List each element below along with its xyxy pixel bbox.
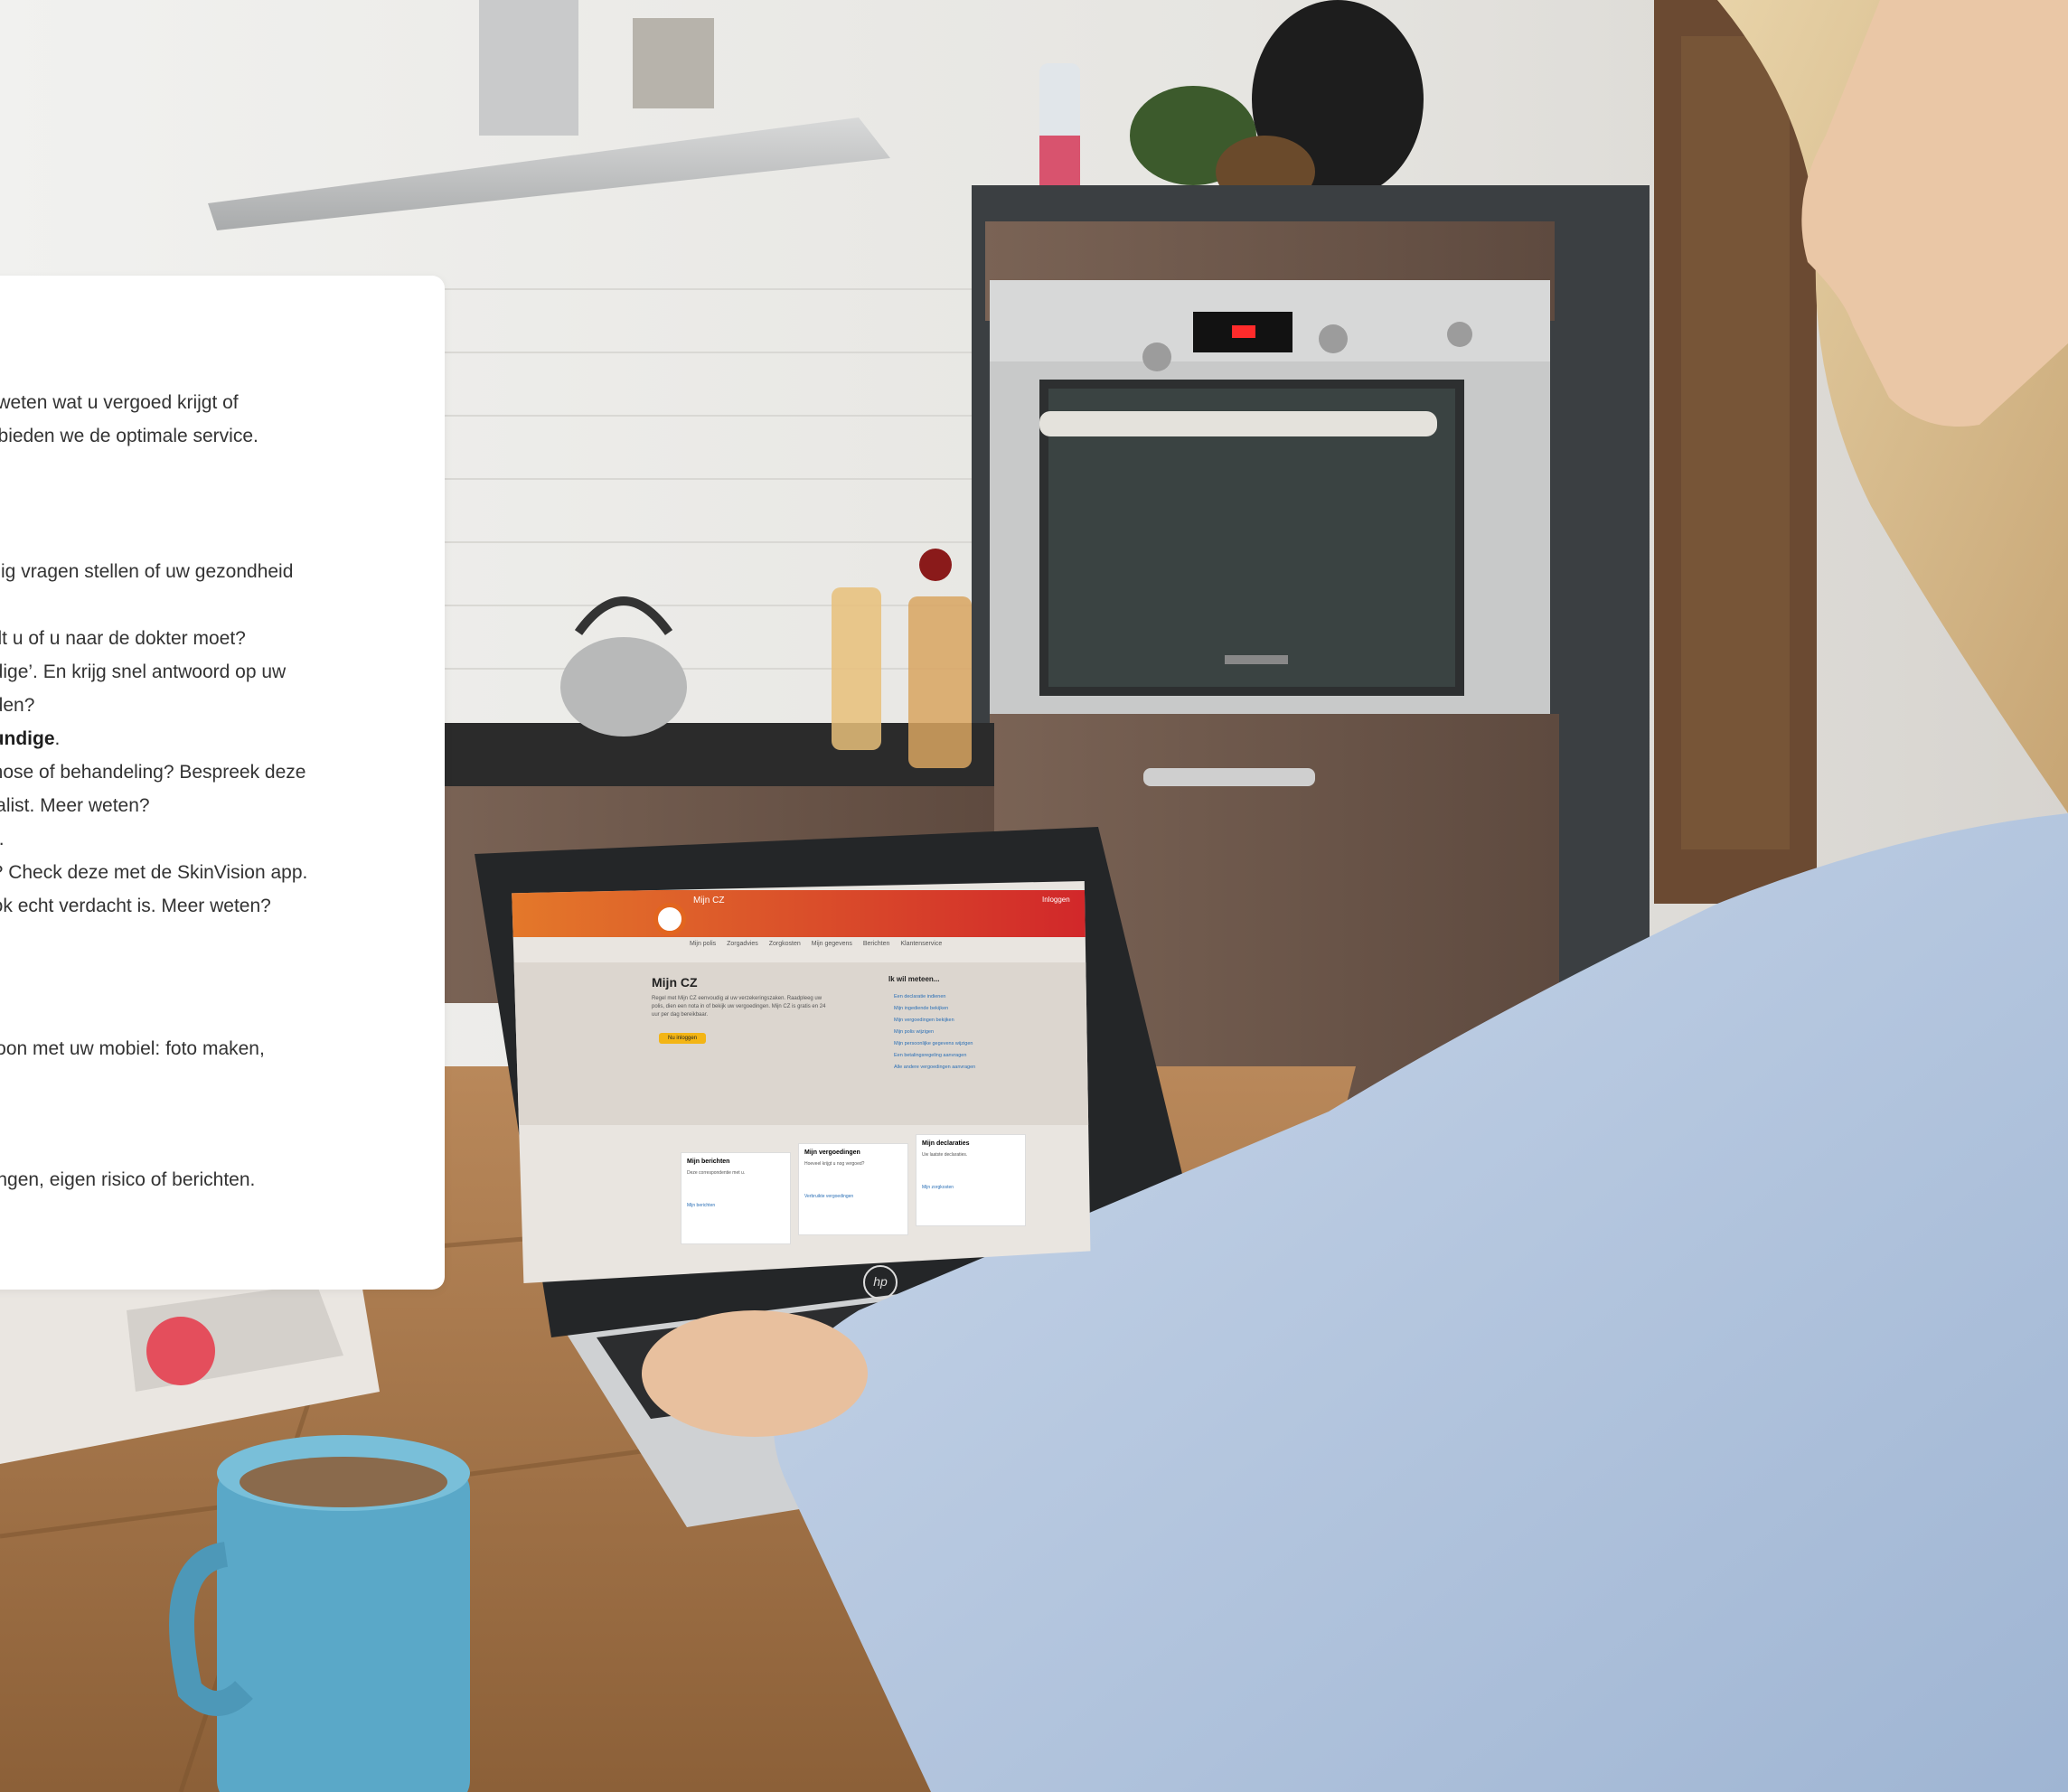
- info-panel: lt weten wat u vergoed krijgt of e biede…: [0, 276, 445, 1290]
- site-header: Mijn CZ Inloggen: [512, 890, 1091, 937]
- quick-link[interactable]: Alle andere vergoedingen aanvragen: [894, 1062, 1057, 1074]
- quick-links-heading: Ik wil meteen...: [888, 975, 940, 983]
- card-link[interactable]: Verbruikte vergoedingen: [799, 1167, 907, 1199]
- card-title: Mijn berichten: [687, 1159, 730, 1165]
- card-title: Mijn declaraties: [922, 1140, 970, 1147]
- quick-link[interactable]: Mijn persoonlijke gegevens wijzigen: [894, 1038, 1057, 1050]
- quick-link[interactable]: Mijn polis wijzigen: [894, 1027, 1057, 1038]
- nav-item-mijn-gegevens[interactable]: Mijn gegevens: [812, 941, 852, 947]
- laptop-screen: Mijn CZ Inloggen Mijn polis Zorgadvies Z…: [512, 881, 1091, 1283]
- info-line-link[interactable]: st.: [0, 828, 5, 851]
- card-link[interactable]: Mijn berichten: [682, 1176, 790, 1208]
- info-line: ook echt verdacht is. Meer weten?: [0, 896, 271, 916]
- info-line: e bieden we de optimale service.: [0, 426, 258, 446]
- header-title: Mijn CZ: [693, 896, 725, 905]
- info-line: felt u of u naar de dokter moet?: [0, 628, 246, 649]
- info-line: eilig vragen stellen of uw gezondheid: [0, 561, 294, 582]
- page-title: Mijn CZ: [652, 975, 698, 990]
- cz-logo: [653, 903, 686, 935]
- hero-section: Mijn CZ Regel met Mijn CZ eenvoudig al u…: [512, 962, 1091, 1125]
- nav-item-mijn-polis[interactable]: Mijn polis: [690, 941, 716, 947]
- intro-text: Regel met Mijn CZ eenvoudig al uw verzek…: [652, 996, 826, 1018]
- quick-links: Een declaratie indienen Mijn ingediende …: [894, 991, 1057, 1074]
- card-mijn-declaraties[interactable]: Mijn declaraties Uw laatste declaraties.…: [916, 1134, 1026, 1226]
- info-line: lt weten wat u vergoed krijgt of: [0, 392, 239, 413]
- hp-logo: hp: [863, 1265, 898, 1299]
- login-link[interactable]: Inloggen: [1042, 896, 1070, 904]
- info-line-link[interactable]: kundige.: [0, 727, 60, 751]
- nav-item-zorgkosten[interactable]: Zorgkosten: [769, 941, 801, 947]
- info-line: woon met uw mobiel: foto maken,: [0, 1038, 265, 1059]
- login-button[interactable]: Nu inloggen: [659, 1033, 707, 1044]
- nav-item-klantenservice[interactable]: Klantenservice: [900, 941, 942, 947]
- main-nav: Mijn polis Zorgadvies Zorgkosten Mijn ge…: [690, 941, 1087, 953]
- card-title: Mijn vergoedingen: [804, 1149, 860, 1156]
- hood-chimney: [479, 0, 578, 136]
- info-line: ndige’. En krijg snel antwoord op uw: [0, 661, 287, 682]
- info-line: aden?: [0, 695, 35, 716]
- quick-link[interactable]: Een declaratie indienen: [894, 991, 1057, 1003]
- nav-item-berichten[interactable]: Berichten: [863, 941, 890, 947]
- card-link[interactable]: Mijn zorgkosten: [916, 1158, 1025, 1190]
- quick-link[interactable]: Een betalingsregeling aanvragen: [894, 1050, 1057, 1062]
- card-mijn-vergoedingen[interactable]: Mijn vergoedingen Hoeveel krijgt u nog v…: [798, 1143, 908, 1235]
- quick-link[interactable]: Mijn vergoedingen bekijken: [894, 1015, 1057, 1027]
- card-mijn-berichten[interactable]: Mijn berichten Deze correspondentie met …: [681, 1152, 791, 1244]
- info-line: d? Check deze met de SkinVision app.: [0, 862, 308, 883]
- nav-item-zorgadvies[interactable]: Zorgadvies: [727, 941, 758, 947]
- info-line: gnose of behandeling? Bespreek deze: [0, 762, 306, 783]
- quick-link[interactable]: Mijn ingediende bekijken: [894, 1003, 1057, 1015]
- info-line: dingen, eigen risico of berichten.: [0, 1169, 256, 1190]
- info-line: cialist. Meer weten?: [0, 795, 150, 816]
